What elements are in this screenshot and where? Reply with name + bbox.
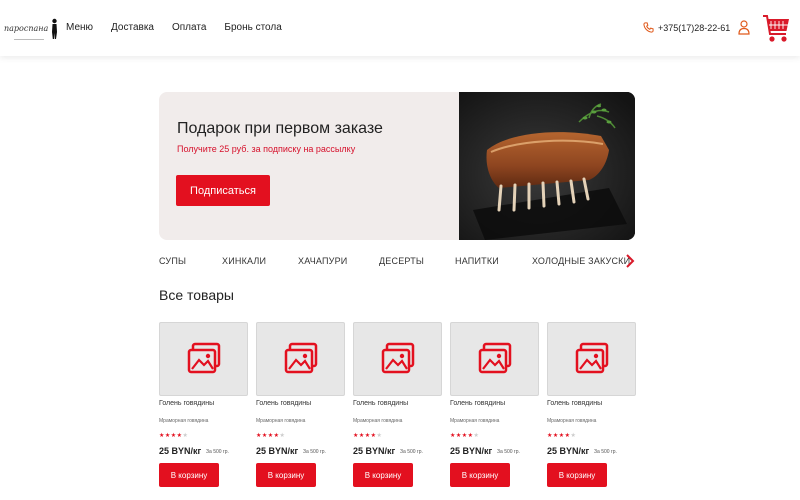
product-weight: За 500 гр. [497,449,520,455]
product-description: Мраморная говядина [159,418,209,424]
add-to-cart-button[interactable]: В корзину [547,463,607,487]
product-image[interactable] [159,322,248,396]
product-weight: За 500 гр. [303,449,326,455]
add-to-cart-button[interactable]: В корзину [159,463,219,487]
product-rating: ★★★★★ [450,432,479,439]
add-to-cart-button[interactable]: В корзину [256,463,316,487]
logo-text: пароспана [4,24,49,33]
add-to-cart-button[interactable]: В корзину [450,463,510,487]
subscribe-button[interactable]: Подписаться [176,175,270,206]
star-empty-icon: ★ [182,433,189,439]
promo-subtitle: Получите 25 руб. за подписку на рассылку [177,144,356,154]
product-card[interactable]: Голень говядины Мраморная говядина ★★★★★… [159,322,248,492]
star-empty-icon: ★ [570,433,577,439]
add-to-cart-button[interactable]: В корзину [353,463,413,487]
category-drinks[interactable]: НАПИТКИ [455,256,499,266]
category-tabs: СУПЫ ХИНКАЛИ ХАЧАПУРИ ДЕСЕРТЫ НАПИТКИ ХО… [159,256,639,268]
logo-underline [14,39,44,40]
promo-image [459,92,635,240]
product-card[interactable]: Голень говядины Мраморная говядина ★★★★★… [256,322,345,492]
nav-item-menu[interactable]: Меню [66,22,93,33]
user-icon[interactable] [738,20,750,35]
product-name: Голень говядины [547,400,603,407]
product-name: Голень говядины [450,400,506,407]
category-desserts[interactable]: ДЕСЕРТЫ [379,256,424,266]
nav-item-delivery[interactable]: Доставка [111,22,154,33]
category-cold-snacks[interactable]: ХОЛОДНЫЕ ЗАКУСКИ [532,256,630,266]
logo-figure-icon [52,18,58,39]
product-name: Голень говядины [256,400,312,407]
product-card[interactable]: Голень говядины Мраморная говядина ★★★★★… [450,322,539,492]
product-price: 25 BYN/кг [256,446,299,456]
product-rating: ★★★★★ [353,432,382,439]
product-description: Мраморная говядина [547,418,597,424]
promo-banner: Подарок при первом заказе Получите 25 ру… [159,92,635,240]
section-title: Все товары [159,287,234,303]
category-khachapuri[interactable]: ХАЧАПУРИ [298,256,347,266]
product-name: Голень говядины [353,400,409,407]
product-price: 25 BYN/кг [159,446,202,456]
product-name: Голень говядины [159,400,215,407]
image-placeholder-icon [381,342,414,374]
product-price: 25 BYN/кг [547,446,590,456]
product-rating: ★★★★★ [256,432,285,439]
star-icon: ★★★★ [353,433,377,439]
product-description: Мраморная говядина [450,418,500,424]
promo-title: Подарок при первом заказе [177,120,383,137]
star-icon: ★★★★ [450,433,474,439]
nav-item-payment[interactable]: Оплата [172,22,206,33]
image-placeholder-icon [187,342,220,374]
phone-icon [643,22,654,33]
cart-icon[interactable] [762,12,790,46]
star-icon: ★★★★ [159,433,183,439]
image-placeholder-icon [575,342,608,374]
image-placeholder-icon [284,342,317,374]
phone-link[interactable]: +375(17)28-22-61 [643,22,730,33]
nav-item-booking[interactable]: Бронь стола [224,22,281,33]
category-soups[interactable]: СУПЫ [159,256,186,266]
product-price: 25 BYN/кг [353,446,396,456]
image-placeholder-icon [478,342,511,374]
star-empty-icon: ★ [473,433,480,439]
phone-number: +375(17)28-22-61 [658,22,731,33]
chevron-right-icon[interactable] [625,253,635,269]
product-card[interactable]: Голень говядины Мраморная говядина ★★★★★… [353,322,442,492]
product-description: Мраморная говядина [353,418,403,424]
product-image[interactable] [547,322,636,396]
product-image[interactable] [450,322,539,396]
product-weight: За 500 гр. [206,449,229,455]
product-rating: ★★★★★ [547,432,576,439]
product-rating: ★★★★★ [159,432,188,439]
product-weight: За 500 гр. [400,449,423,455]
star-icon: ★★★★ [256,433,280,439]
star-icon: ★★★★ [547,433,571,439]
logo[interactable]: пароспана [4,18,59,40]
product-card[interactable]: Голень говядины Мраморная говядина ★★★★★… [547,322,636,492]
product-weight: За 500 гр. [594,449,617,455]
category-khinkali[interactable]: ХИНКАЛИ [222,256,266,266]
star-empty-icon: ★ [376,433,383,439]
site-header: пароспана Меню Доставка Оплата Бронь сто… [0,0,800,56]
product-price: 25 BYN/кг [450,446,493,456]
product-description: Мраморная говядина [256,418,306,424]
main-nav: Меню Доставка Оплата Бронь стола [66,22,300,33]
star-empty-icon: ★ [279,433,286,439]
product-image[interactable] [256,322,345,396]
product-image[interactable] [353,322,442,396]
promo-meat-photo [459,92,635,240]
